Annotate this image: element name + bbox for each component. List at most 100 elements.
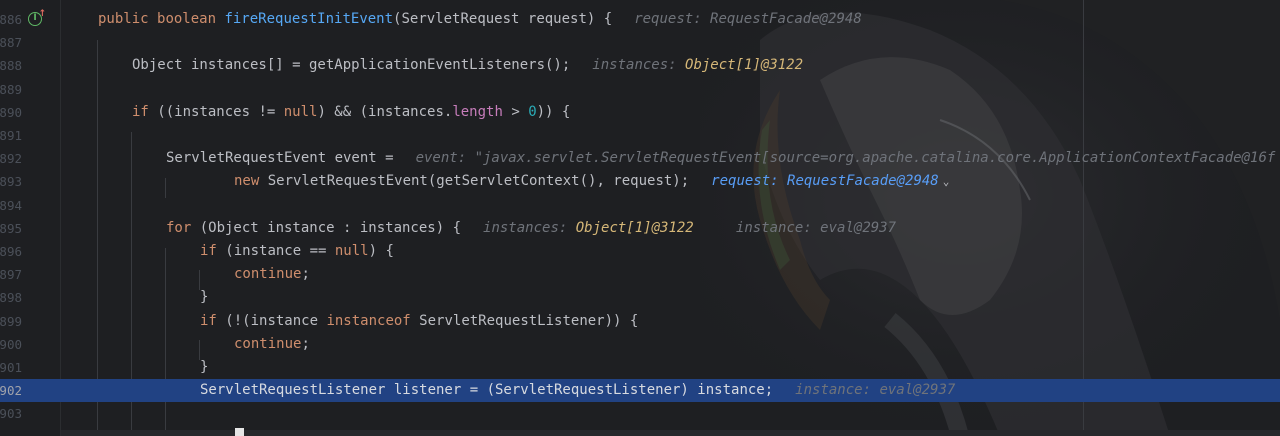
inline-debug-value[interactable]: event: "javax.servlet.ServletRequestEven… xyxy=(416,150,1276,166)
code-token: (instance == xyxy=(225,243,335,259)
code-text[interactable]: ServletRequestListener listener = (Servl… xyxy=(200,379,955,402)
line-number[interactable]: 896 xyxy=(0,240,22,263)
code-line[interactable]: 891 xyxy=(0,124,1280,147)
debug-value-text: request: xyxy=(634,11,711,27)
code-editor[interactable]: 886 I ↑ public boolean fireRequestInitEvent… xyxy=(0,0,1280,436)
code-line[interactable]: 894 xyxy=(0,194,1280,217)
code-token: } xyxy=(200,359,209,375)
code-token: ) && (instances. xyxy=(317,103,453,120)
code-text[interactable]: Object instances[] = getApplicationEvent… xyxy=(132,54,803,77)
chevron-down-icon[interactable]: ⌄ xyxy=(943,170,950,193)
code-token: )) { xyxy=(536,103,571,120)
code-line[interactable]: 899 if (!(instance instanceof ServletRequ… xyxy=(0,310,1280,333)
code-text[interactable]: if (!(instance instanceof ServletRequest… xyxy=(200,310,638,333)
line-number[interactable]: 894 xyxy=(0,194,22,217)
debug-value-text: Object[1]@3122 xyxy=(575,219,694,236)
line-number[interactable]: 886 xyxy=(0,8,22,31)
debug-value-text: Object[1]@3122 xyxy=(685,57,804,74)
line-number[interactable]: 891 xyxy=(0,124,22,147)
keyword-token: if xyxy=(132,103,158,120)
keyword-token: boolean xyxy=(157,11,225,27)
code-text[interactable]: new ServletRequestEvent(getServletContex… xyxy=(234,170,949,193)
debug-value-text: instance: eval@2937 xyxy=(693,219,897,236)
code-line[interactable]: 888 Object instances[] = getApplicationEv… xyxy=(0,54,1280,77)
line-number[interactable]: 901 xyxy=(0,356,22,379)
current-execution-line[interactable]: 902 ServletRequestListener listener = (Se… xyxy=(0,379,1280,403)
code-token: ) { xyxy=(368,243,394,259)
inline-debug-value[interactable]: instance: eval@2937 xyxy=(795,382,955,398)
code-line[interactable]: 892 ServletRequestEvent event = event: "ja… xyxy=(0,147,1280,170)
keyword-token: continue xyxy=(234,266,302,283)
keyword-token: if xyxy=(200,243,226,259)
code-token: ServletRequestEvent event = xyxy=(166,150,394,167)
line-number[interactable]: 902 xyxy=(0,379,22,402)
code-line[interactable]: 890 if ((instances != null) && (instances… xyxy=(0,101,1280,124)
code-line[interactable]: 893 new ServletRequestEvent(getServletCon… xyxy=(0,170,1280,193)
code-line[interactable]: 901} xyxy=(0,356,1280,379)
code-token: } xyxy=(200,289,209,306)
code-text[interactable]: } xyxy=(200,286,208,309)
code-text[interactable]: if (instance == null) { xyxy=(200,240,394,263)
code-token: 0 xyxy=(528,103,537,120)
line-number[interactable]: 903 xyxy=(0,402,22,425)
line-number[interactable]: 899 xyxy=(0,310,22,333)
line-number[interactable]: 888 xyxy=(0,54,22,77)
code-line[interactable]: 900 continue; xyxy=(0,333,1280,356)
line-number[interactable]: 893 xyxy=(0,170,22,193)
line-number[interactable]: 887 xyxy=(0,31,22,54)
keyword-token: new xyxy=(234,173,268,190)
line-number[interactable]: 895 xyxy=(0,217,22,240)
code-line[interactable]: 886 I ↑ public boolean fireRequestInitEvent… xyxy=(0,8,1280,31)
code-token: ServletRequestEvent(getServletContext(),… xyxy=(267,173,690,190)
keyword-token: null xyxy=(283,103,318,120)
code-token: ; xyxy=(301,266,310,283)
code-line[interactable]: 903 xyxy=(0,402,1280,425)
code-token: (ServletRequest request) { xyxy=(393,11,613,27)
keyword-token: null xyxy=(334,243,369,259)
debug-value-text: RequestFacade@2948 xyxy=(710,11,862,27)
up-arrow-icon: ↑ xyxy=(38,9,46,19)
keyword-token: if xyxy=(200,312,226,329)
code-token: ; xyxy=(301,335,310,352)
code-line[interactable]: 895 for (Object instance : instances) { in… xyxy=(0,217,1280,240)
code-token: ServletRequestListener)) { xyxy=(419,312,639,329)
code-token: (!(instance xyxy=(225,312,327,329)
code-token: > xyxy=(502,103,529,120)
code-text[interactable]: public boolean fireRequestInitEvent(Serv… xyxy=(98,8,862,31)
line-number[interactable]: 900 xyxy=(0,333,22,356)
code-token: length xyxy=(452,103,503,120)
debug-value-text: instance: eval@2937 xyxy=(795,382,956,399)
code-text[interactable]: continue; xyxy=(234,263,310,286)
line-number[interactable]: 889 xyxy=(0,78,22,101)
code-line[interactable]: 887 xyxy=(0,31,1280,54)
inline-debug-value[interactable]: request: RequestFacade@2948 xyxy=(634,11,862,27)
code-line[interactable]: 897 continue; xyxy=(0,263,1280,286)
line-number[interactable]: 892 xyxy=(0,147,22,170)
method-name-token: fireRequestInitEvent xyxy=(224,11,394,27)
keyword-token: continue xyxy=(234,335,302,352)
code-line[interactable]: 896 if (instance == null) { xyxy=(0,240,1280,263)
debug-value-text: instances: xyxy=(592,57,686,74)
inline-debug-value[interactable]: instances: Object[1]@3122 instance: eval… xyxy=(483,220,896,236)
code-line[interactable]: 898} xyxy=(0,286,1280,309)
code-line[interactable]: 889 xyxy=(0,78,1280,101)
debug-value-text: instances: xyxy=(483,219,576,236)
keyword-token: public xyxy=(98,11,158,27)
line-number[interactable]: 898 xyxy=(0,286,22,309)
code-token: Object instances[] = getApplicationEvent… xyxy=(132,57,571,74)
inline-debug-value[interactable]: instances: Object[1]@3122 xyxy=(592,57,803,73)
code-text[interactable]: continue; xyxy=(234,333,310,356)
line-number[interactable]: 897 xyxy=(0,263,22,286)
debug-value-text: event: "javax.servlet.ServletRequestEven… xyxy=(415,150,1276,167)
code-text[interactable]: } xyxy=(200,356,208,379)
debug-value-text: request: xyxy=(711,173,788,190)
keyword-token: for xyxy=(166,219,200,236)
implements-method-icon[interactable]: I ↑ xyxy=(28,9,46,26)
line-number[interactable]: 890 xyxy=(0,101,22,124)
inline-debug-value[interactable]: request: RequestFacade@2948 ⌄ xyxy=(711,173,949,189)
code-text[interactable]: for (Object instance : instances) { insta… xyxy=(166,217,896,240)
code-token: (Object instance : instances) { xyxy=(199,219,462,236)
code-token: ServletRequestListener listener = (Servl… xyxy=(200,382,774,399)
code-text[interactable]: ServletRequestEvent event = event: "javax… xyxy=(166,147,1275,170)
code-text[interactable]: if ((instances != null) && (instances.le… xyxy=(132,101,570,124)
